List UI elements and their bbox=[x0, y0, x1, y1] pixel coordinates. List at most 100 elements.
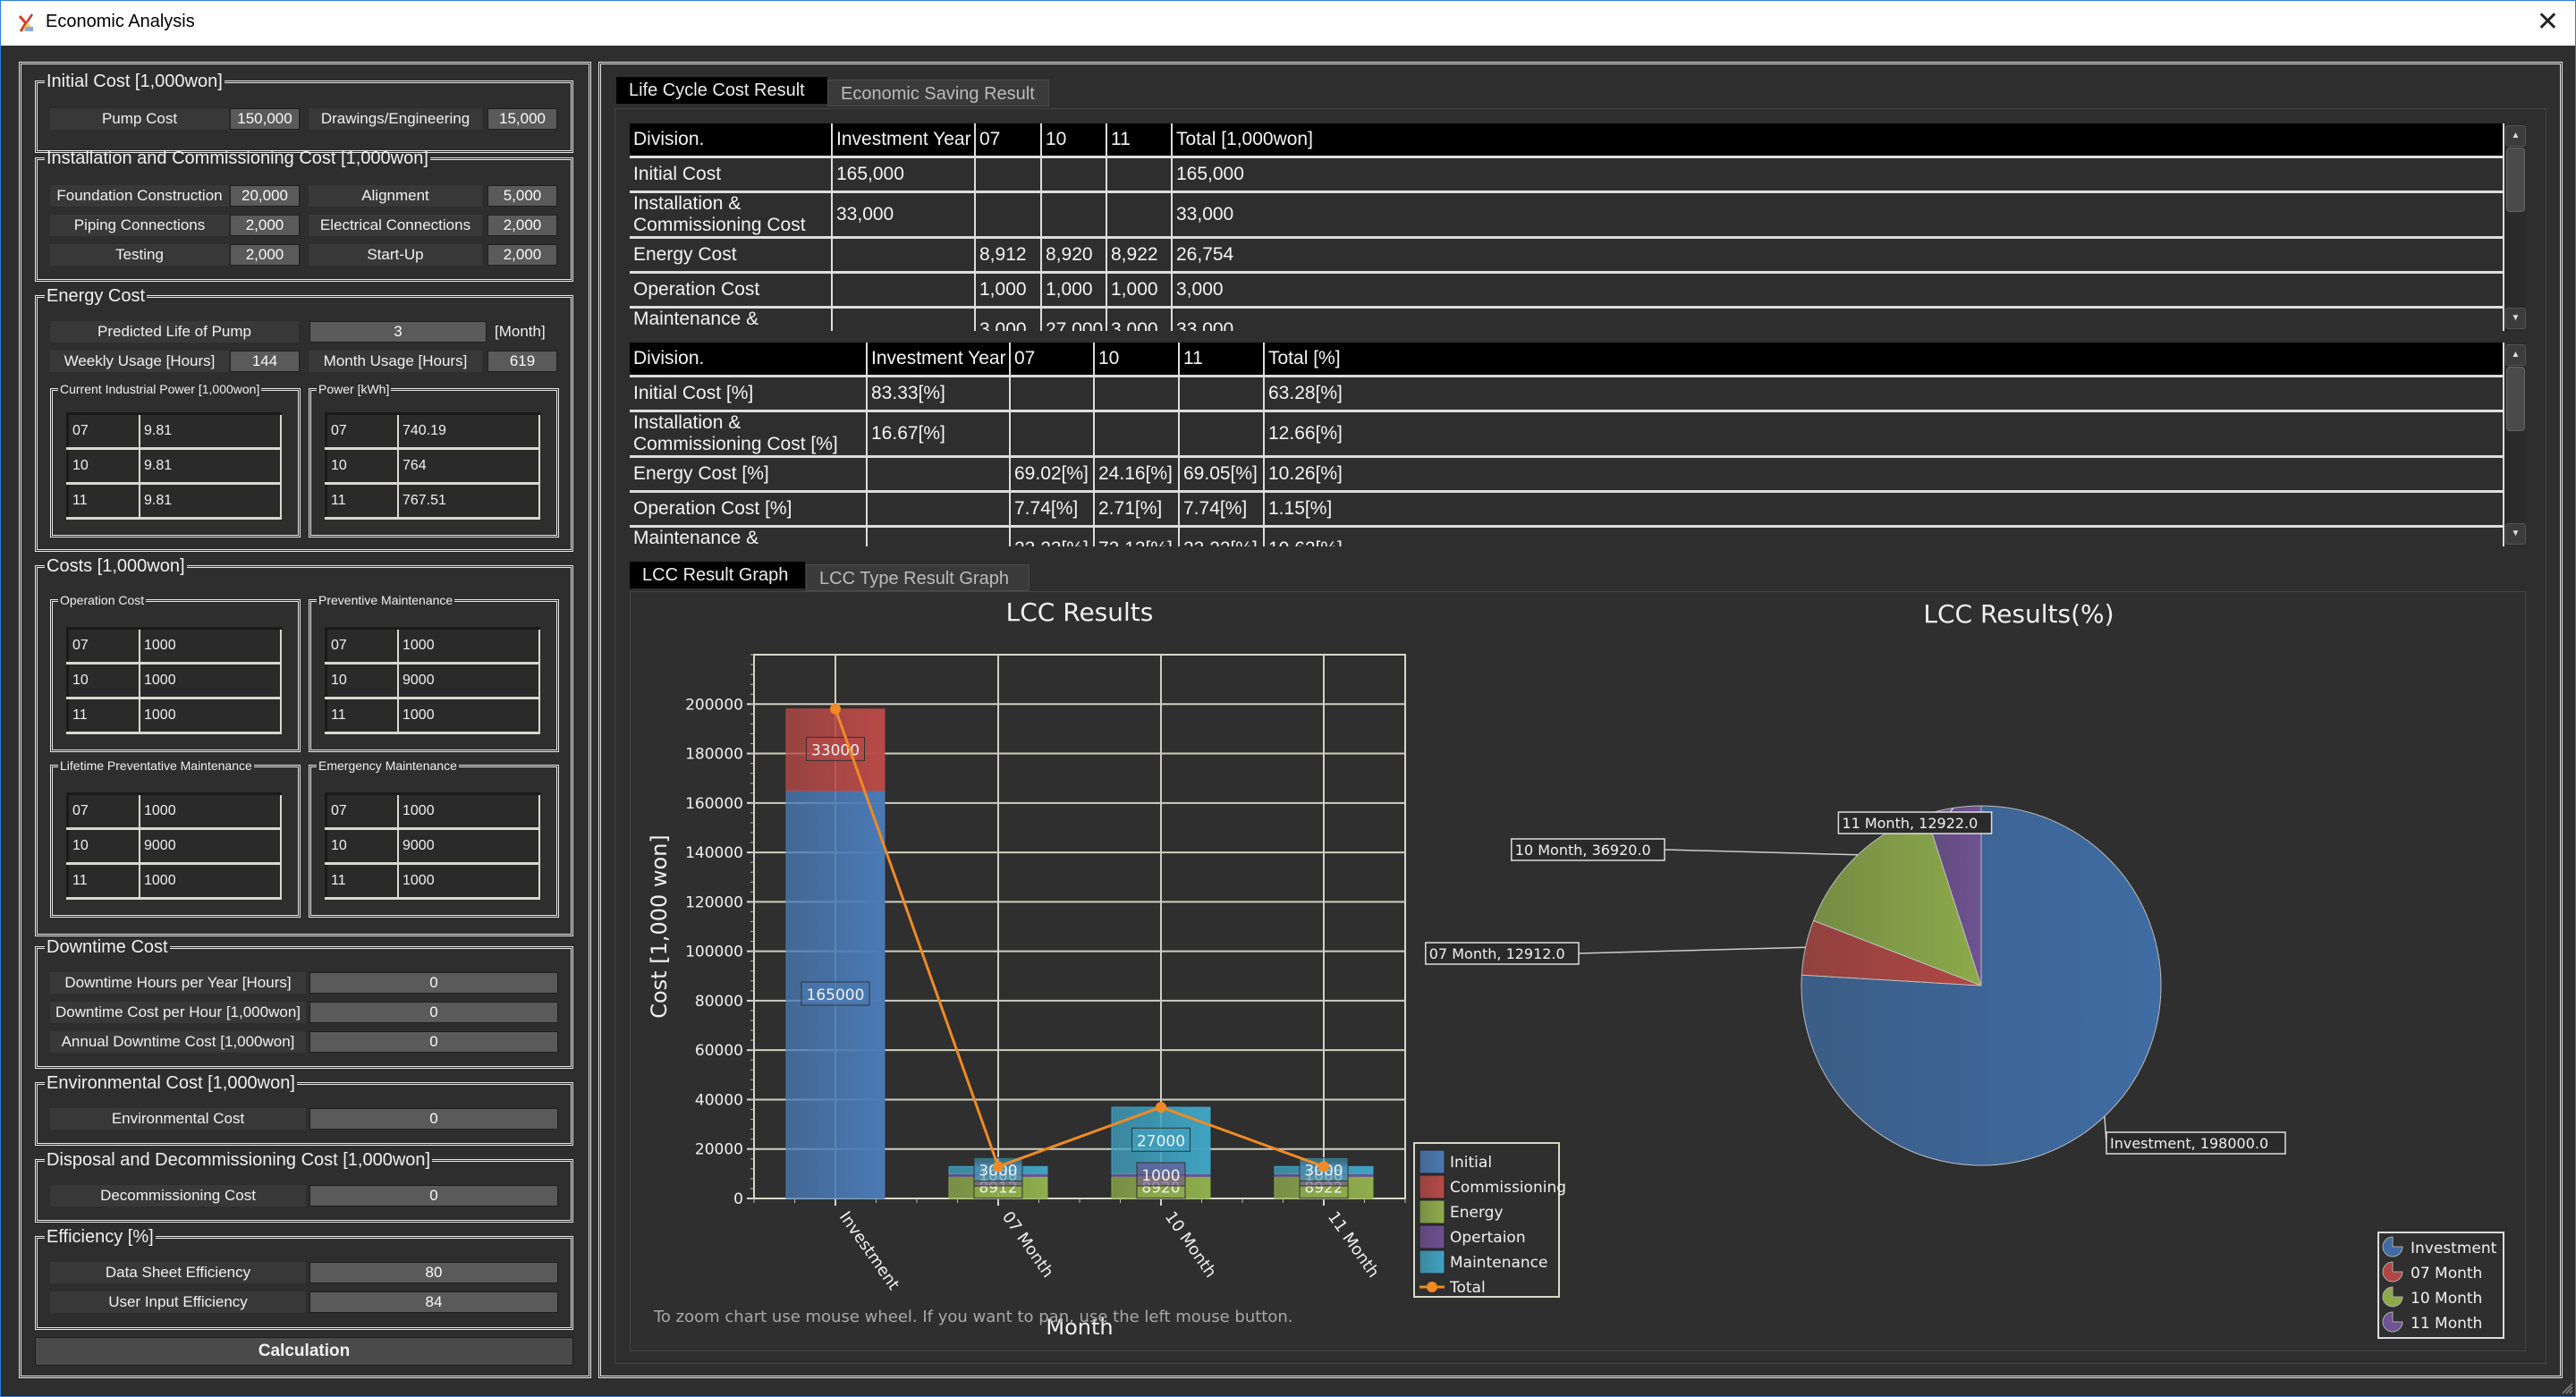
scroll-up-icon[interactable]: ▲ bbox=[2505, 125, 2526, 147]
table-row[interactable]: 11 1000 bbox=[326, 698, 540, 734]
tab-lcc-type-result-graph[interactable]: LCC Type Result Graph bbox=[806, 564, 1030, 591]
value-cell[interactable]: 1000 bbox=[398, 793, 540, 830]
table-row[interactable]: 11 1000 bbox=[326, 863, 540, 900]
table-row[interactable]: Installation & Commissioning Cost [%] 16.… bbox=[630, 411, 2504, 458]
testing-input[interactable]: 2,000 bbox=[230, 244, 300, 266]
column-header[interactable]: 11 bbox=[1106, 123, 1173, 158]
tab-life-cycle-cost-result[interactable]: Life Cycle Cost Result bbox=[616, 77, 827, 104]
tab-lcc-result-graph[interactable]: LCC Result Graph bbox=[630, 562, 805, 588]
cost-table-scrollbar[interactable]: ▲ ▼ bbox=[2504, 123, 2526, 331]
value-cell[interactable]: 764 bbox=[398, 448, 540, 485]
table-row[interactable]: 07 1000 bbox=[67, 628, 282, 665]
table-row[interactable]: 10 9000 bbox=[67, 828, 282, 865]
scroll-down-icon[interactable]: ▼ bbox=[2505, 523, 2526, 545]
table-row[interactable]: Energy Cost 8,912 8,920 8,922 26,754 bbox=[630, 237, 2504, 274]
column-header[interactable]: 11 bbox=[1179, 343, 1265, 377]
table-row[interactable]: Maintenance & 3,000 27,000 3,000 33,000 bbox=[630, 307, 2504, 331]
column-header[interactable]: 07 bbox=[1010, 343, 1095, 377]
table-row[interactable]: 07 1000 bbox=[326, 793, 540, 830]
table-row[interactable]: Installation & Commissioning Cost 33,000 3… bbox=[630, 191, 2504, 239]
table-row[interactable]: 10 9000 bbox=[326, 828, 540, 865]
value-cell[interactable]: 740.19 bbox=[398, 413, 540, 450]
table-row[interactable]: Energy Cost [%] 69.02[%] 24.16[%] 69.05[%] 1… bbox=[630, 456, 2504, 493]
scroll-thumb[interactable] bbox=[2506, 148, 2525, 212]
chart-area[interactable]: LCC Results 0 20000 40000 60000 80000 100000 12… bbox=[630, 591, 2526, 1351]
value-cell[interactable]: 1000 bbox=[398, 628, 540, 665]
piping-connections-input[interactable]: 2,000 bbox=[230, 215, 300, 236]
industrial-power-table[interactable]: 07 9.81 10 9.81 11 9.81 bbox=[66, 412, 282, 520]
scroll-down-icon[interactable]: ▼ bbox=[2505, 308, 2526, 329]
environmental-cost-input[interactable]: 0 bbox=[309, 1108, 558, 1130]
decommissioning-cost-input[interactable]: 0 bbox=[309, 1185, 558, 1206]
electrical-connections-input[interactable]: 2,000 bbox=[487, 215, 557, 236]
charts-svg[interactable]: LCC Results 0 20000 40000 60000 80000 100000 12… bbox=[631, 592, 2525, 1350]
pump-cost-input[interactable]: 150,000 bbox=[230, 108, 300, 130]
data-sheet-efficiency-input[interactable]: 80 bbox=[309, 1262, 558, 1283]
drawings-engineering-input[interactable]: 15,000 bbox=[487, 108, 557, 130]
column-header[interactable]: Total [1,000won] bbox=[1172, 123, 2504, 158]
column-header[interactable]: Division. bbox=[630, 343, 868, 377]
power-kwh-table[interactable]: 07 740.19 10 764 11 767.51 bbox=[325, 412, 540, 520]
table-row[interactable]: 10 9000 bbox=[326, 663, 540, 699]
value-cell[interactable]: 1000 bbox=[398, 698, 540, 734]
table-row[interactable]: Initial Cost [%] 83.33[%] 63.28[%] bbox=[630, 376, 2504, 412]
predicted-life-input[interactable]: 3 bbox=[309, 321, 487, 343]
emergency-maintenance-table[interactable]: 07 1000 10 9000 11 1000 bbox=[325, 792, 540, 900]
scroll-up-icon[interactable]: ▲ bbox=[2505, 344, 2526, 366]
table-row[interactable]: 07 1000 bbox=[326, 628, 540, 665]
value-cell[interactable]: 1000 bbox=[140, 863, 282, 900]
table-row[interactable]: 10 764 bbox=[326, 448, 540, 485]
column-header[interactable]: Investment Year bbox=[867, 343, 1011, 377]
table-row[interactable]: 07 740.19 bbox=[326, 413, 540, 450]
value-cell[interactable]: 9.81 bbox=[140, 413, 282, 450]
value-cell[interactable]: 1000 bbox=[140, 698, 282, 734]
column-header[interactable]: 07 bbox=[975, 123, 1042, 158]
table-row[interactable]: Operation Cost [%] 7.74[%] 2.71[%] 7.74[%] 1… bbox=[630, 491, 2504, 528]
value-cell[interactable]: 1000 bbox=[140, 793, 282, 830]
foundation-construction-input[interactable]: 20,000 bbox=[230, 185, 300, 207]
value-cell[interactable]: 9000 bbox=[398, 663, 540, 699]
column-header[interactable]: 10 bbox=[1041, 123, 1107, 158]
close-icon[interactable]: ✕ bbox=[2537, 8, 2559, 37]
column-header[interactable]: Investment Year bbox=[832, 123, 976, 158]
operation-cost-table[interactable]: 07 1000 10 1000 11 1000 bbox=[66, 627, 282, 734]
column-header[interactable]: 10 bbox=[1094, 343, 1180, 377]
table-row[interactable]: Operation Cost 1,000 1,000 1,000 3,000 bbox=[630, 272, 2504, 309]
value-cell[interactable]: 9.81 bbox=[140, 483, 282, 520]
table-row[interactable]: 11 9.81 bbox=[67, 483, 282, 520]
start-up-input[interactable]: 2,000 bbox=[487, 244, 557, 266]
value-cell[interactable]: 1000 bbox=[140, 663, 282, 699]
column-header[interactable]: Division. bbox=[630, 123, 833, 158]
alignment-input[interactable]: 5,000 bbox=[487, 185, 557, 207]
table-row[interactable]: Initial Cost 165,000 165,000 bbox=[630, 157, 2504, 193]
table-row[interactable]: 07 1000 bbox=[67, 793, 282, 830]
annual-downtime-cost-input[interactable]: 0 bbox=[309, 1031, 558, 1053]
table-row[interactable]: Maintenance & 23.23[%]73.13[%]23.22[%]10.… bbox=[630, 526, 2504, 546]
month-usage-input[interactable]: 619 bbox=[487, 351, 557, 372]
scroll-thumb[interactable] bbox=[2506, 367, 2525, 431]
table-row[interactable]: 10 9.81 bbox=[67, 448, 282, 485]
resize-grip-icon[interactable] bbox=[2559, 1380, 2573, 1394]
lifetime-maintenance-table[interactable]: 07 1000 10 9000 11 1000 bbox=[66, 792, 282, 900]
value-cell[interactable]: 9.81 bbox=[140, 448, 282, 485]
calculation-button[interactable]: Calculation bbox=[35, 1337, 573, 1366]
value-cell[interactable]: 9000 bbox=[398, 828, 540, 865]
table-row[interactable]: 07 9.81 bbox=[67, 413, 282, 450]
percent-table-scrollbar[interactable]: ▲ ▼ bbox=[2504, 343, 2526, 546]
tab-economic-saving-result[interactable]: Economic Saving Result bbox=[827, 80, 1049, 106]
value-cell[interactable]: 1000 bbox=[398, 863, 540, 900]
preventive-maintenance-table[interactable]: 07 1000 10 9000 11 1000 bbox=[325, 627, 540, 734]
table-cell bbox=[832, 307, 976, 331]
value-cell[interactable]: 767.51 bbox=[398, 483, 540, 520]
table-row[interactable]: 11 1000 bbox=[67, 698, 282, 734]
downtime-cost-per-hour-input[interactable]: 0 bbox=[309, 1002, 558, 1023]
weekly-usage-input[interactable]: 144 bbox=[230, 351, 300, 372]
user-input-efficiency-input[interactable]: 84 bbox=[309, 1291, 558, 1313]
value-cell[interactable]: 9000 bbox=[140, 828, 282, 865]
column-header[interactable]: Total [%] bbox=[1264, 343, 2504, 377]
table-row[interactable]: 11 767.51 bbox=[326, 483, 540, 520]
downtime-hours-input[interactable]: 0 bbox=[309, 972, 558, 994]
table-row[interactable]: 11 1000 bbox=[67, 863, 282, 900]
value-cell[interactable]: 1000 bbox=[140, 628, 282, 665]
table-row[interactable]: 10 1000 bbox=[67, 663, 282, 699]
